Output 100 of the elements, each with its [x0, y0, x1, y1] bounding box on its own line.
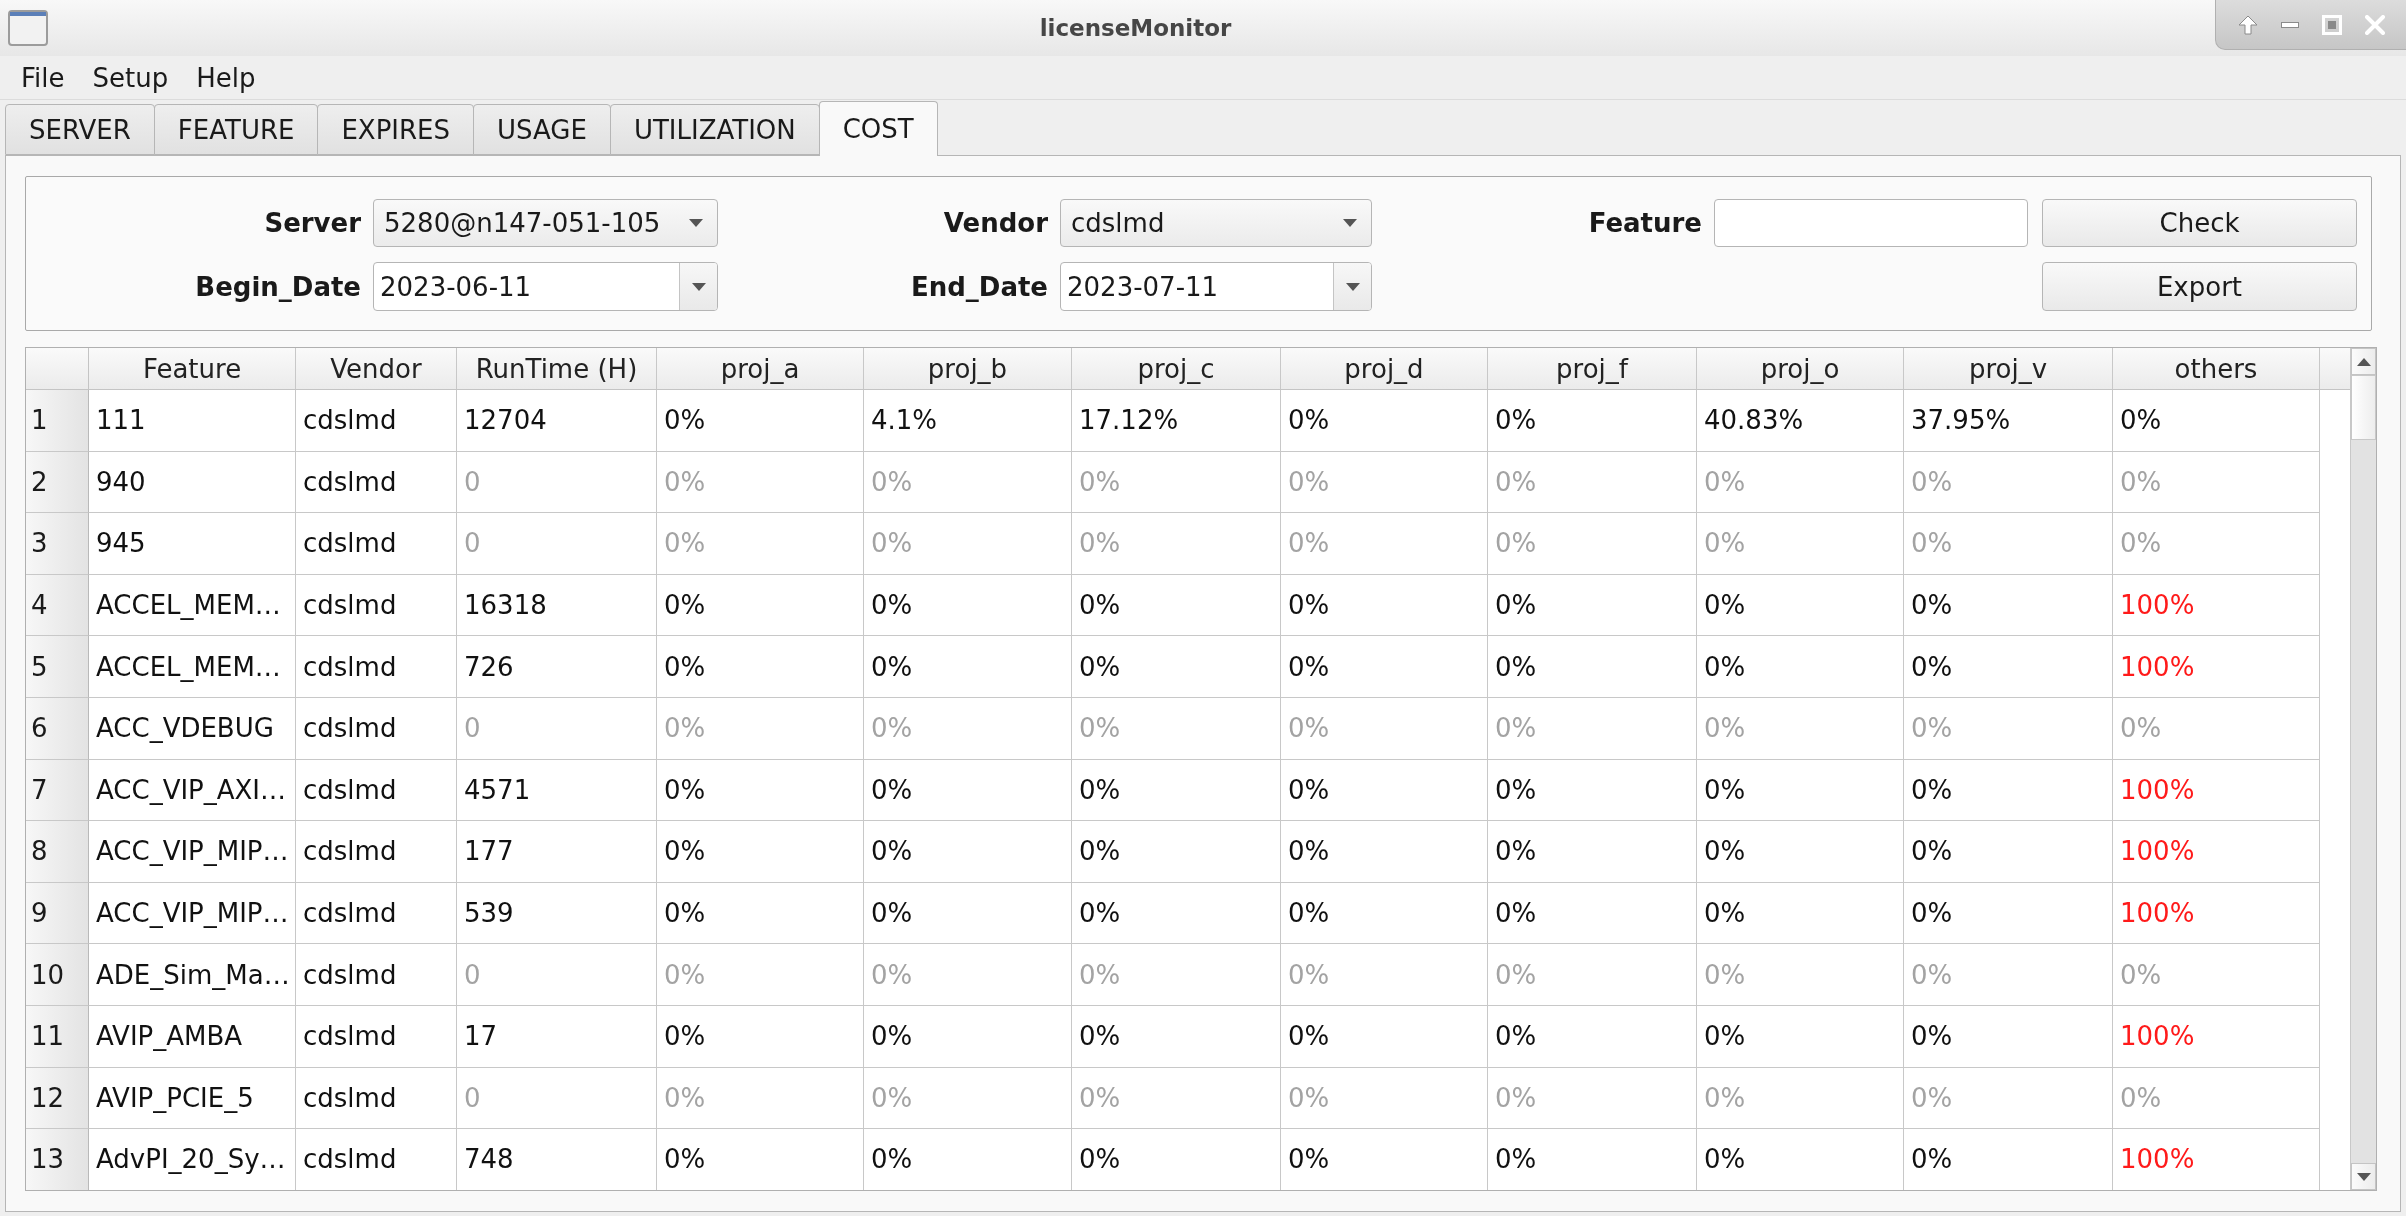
table-cell: 0% — [1281, 451, 1488, 514]
table-cell: 0 — [457, 1067, 657, 1130]
menu-item[interactable]: Help — [182, 56, 270, 99]
arrow-up-icon[interactable] — [2237, 14, 2258, 35]
table-cell: 0% — [1072, 513, 1281, 575]
table-cell: 0% — [1281, 636, 1488, 698]
maximize-icon[interactable] — [2321, 14, 2342, 35]
column-header[interactable]: proj_b — [864, 348, 1072, 389]
row-header[interactable]: 7 — [26, 759, 89, 822]
table-cell: 0% — [1072, 882, 1281, 945]
table-cell: 100% — [2113, 759, 2320, 822]
table-cell: 0% — [1904, 944, 2113, 1006]
scrollbar[interactable] — [2350, 348, 2376, 1190]
tab[interactable]: FEATURE — [153, 104, 319, 155]
row-header[interactable]: 4 — [26, 574, 89, 637]
table-cell: cdslmd — [296, 390, 457, 452]
table-cell: 0% — [1072, 574, 1281, 637]
column-header[interactable]: others — [2113, 348, 2320, 389]
table-cell: 0% — [657, 1005, 864, 1068]
table-cell: 0% — [864, 882, 1072, 945]
dropdown[interactable]: cdslmd — [1060, 199, 1372, 247]
column-header[interactable]: proj_v — [1904, 348, 2113, 389]
menu-item[interactable]: File — [7, 56, 79, 99]
input-field[interactable] — [1714, 199, 2028, 247]
row-header[interactable]: 3 — [26, 513, 89, 575]
table-cell: 0% — [1904, 636, 2113, 698]
column-header[interactable]: RunTime (H) — [457, 348, 657, 389]
minimize-icon[interactable] — [2280, 21, 2299, 28]
table-cell: 0% — [1488, 882, 1697, 945]
action-button[interactable]: Export — [2042, 262, 2357, 311]
table-cell: 0% — [1904, 574, 2113, 637]
row-header[interactable]: 11 — [26, 1005, 89, 1068]
table-cell: cdslmd — [296, 513, 457, 575]
column-header[interactable]: proj_o — [1697, 348, 1904, 389]
table-cell: 0% — [1904, 697, 2113, 760]
table-cell: 0% — [657, 1067, 864, 1130]
table-cell: 0% — [1281, 759, 1488, 822]
caret-down-icon — [691, 282, 706, 291]
dropdown-arrow-button[interactable] — [679, 263, 717, 310]
dropdown-arrow-button[interactable] — [1333, 263, 1371, 310]
table-cell: 100% — [2113, 882, 2320, 945]
table-cell: 0% — [864, 944, 1072, 1006]
table-cell: 0% — [1072, 1129, 1281, 1190]
row-header[interactable]: 9 — [26, 882, 89, 945]
date-dropdown[interactable]: 2023-07-11 — [1060, 262, 1372, 311]
table-cell: 0% — [1488, 1129, 1697, 1190]
table-cell: 0% — [1904, 759, 2113, 822]
column-header[interactable]: proj_a — [657, 348, 864, 389]
table-cell: 0% — [657, 513, 864, 575]
table-cell: 0% — [2113, 944, 2320, 1006]
tab[interactable]: SERVER — [5, 104, 155, 155]
caret-down-icon — [2356, 1172, 2371, 1181]
table-cell: 177 — [457, 821, 657, 883]
table-cell: 0% — [657, 636, 864, 698]
column-header[interactable]: Feature — [89, 348, 296, 389]
tab[interactable]: COST — [818, 101, 938, 156]
table-cell: 748 — [457, 1129, 657, 1190]
column-header[interactable]: proj_f — [1488, 348, 1697, 389]
table-cell: 0% — [1697, 513, 1904, 575]
table-cell: AdvPI_20_Sy… — [89, 1129, 296, 1190]
dropdown[interactable]: 5280@n147-051-105 — [373, 199, 718, 247]
table-cell: 0% — [1697, 821, 1904, 883]
action-button[interactable]: Check — [2042, 199, 2357, 247]
row-header[interactable]: 10 — [26, 944, 89, 1006]
table-cell: 0% — [1072, 1067, 1281, 1130]
scroll-down-button[interactable] — [2351, 1163, 2376, 1190]
row-header[interactable]: 12 — [26, 1067, 89, 1130]
table-cell: 0% — [1281, 1005, 1488, 1068]
tab[interactable]: EXPIRES — [317, 104, 474, 155]
table-cell: 0% — [1904, 451, 2113, 514]
column-header[interactable]: proj_c — [1072, 348, 1281, 389]
scroll-up-button[interactable] — [2351, 348, 2376, 375]
table-cell: 0% — [1281, 944, 1488, 1006]
column-header[interactable]: Vendor — [296, 348, 457, 389]
table-cell: 0% — [1904, 821, 2113, 883]
table-cell: 0% — [2113, 697, 2320, 760]
column-header[interactable]: proj_d — [1281, 348, 1488, 389]
table-cell: 0% — [864, 513, 1072, 575]
table-cell: 0% — [1072, 821, 1281, 883]
tab[interactable]: UTILIZATION — [609, 104, 820, 155]
field-label: End_Date — [910, 271, 1048, 302]
table-cell: 0% — [657, 821, 864, 883]
table-cell: cdslmd — [296, 882, 457, 945]
tab[interactable]: USAGE — [473, 104, 611, 155]
table-cell: 0% — [1281, 390, 1488, 452]
table-cell: 0% — [1281, 882, 1488, 945]
scrollbar-handle[interactable] — [2351, 375, 2376, 440]
table-cell: 0% — [1488, 451, 1697, 514]
table-cell: 0% — [1488, 944, 1697, 1006]
table-cell: 100% — [2113, 1129, 2320, 1190]
date-dropdown[interactable]: 2023-06-11 — [373, 262, 718, 311]
table-cell: 0% — [1072, 697, 1281, 760]
menu-item[interactable]: Setup — [78, 56, 183, 99]
row-header[interactable]: 6 — [26, 697, 89, 760]
row-header[interactable]: 5 — [26, 636, 89, 698]
caret-down-icon — [689, 219, 703, 227]
row-header[interactable]: 2 — [26, 451, 89, 514]
row-header[interactable]: 13 — [26, 1129, 89, 1190]
row-header[interactable]: 1 — [26, 390, 89, 452]
row-header[interactable]: 8 — [26, 821, 89, 883]
